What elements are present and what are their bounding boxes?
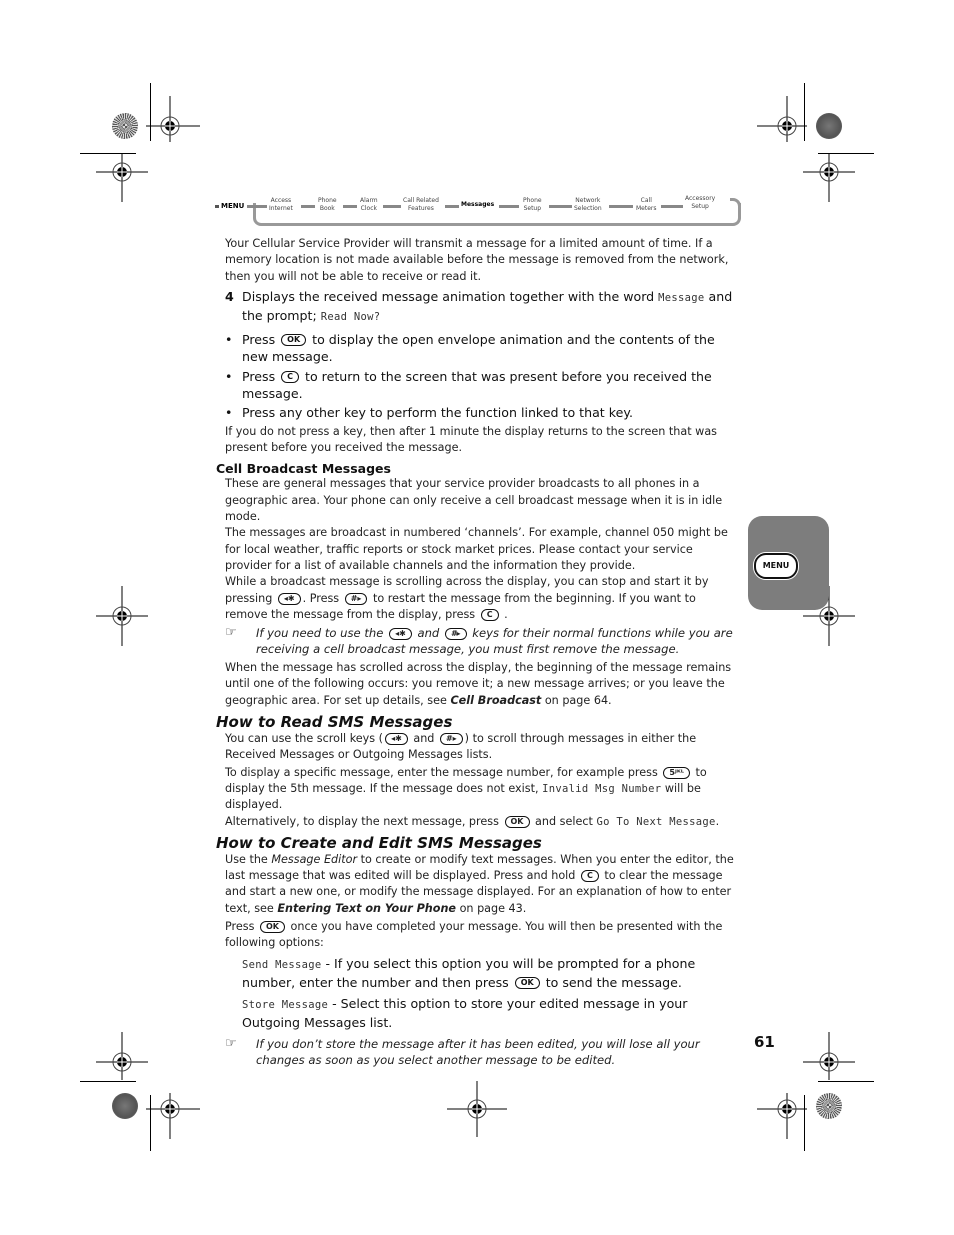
chapter-side-tab: MENU — [748, 516, 829, 610]
create-sms-note: ☞ If you don’t store the message after i… — [225, 1035, 700, 1067]
pointing-hand-note-icon: ☞ — [225, 625, 237, 641]
nav-item-phone-book: Phone Book — [316, 197, 339, 213]
cell-broadcast-p3: While a broadcast message is scrolling a… — [225, 575, 709, 621]
nav-item-alarm-clock: Alarm Clock — [358, 197, 380, 213]
ok-key-icon: OK — [260, 921, 285, 934]
menu-navigation-strip: MENU Access Internet Phone Book Alarm Clock… — [215, 193, 741, 229]
nav-connector — [499, 205, 519, 208]
page-number: 61 — [754, 1033, 775, 1051]
nav-item-phone-setup: Phone Setup — [521, 197, 544, 213]
bullet-item: • Press OK to display the open envelope a… — [225, 331, 715, 364]
registration-mark-icon — [799, 142, 859, 212]
timeout-paragraph: If you do not press a key, then after 1 … — [225, 424, 718, 455]
pointing-hand-note-icon: ☞ — [225, 1035, 237, 1051]
star-key-icon: ◂✱ — [385, 733, 408, 746]
bullet-item: • Press any other key to perform the func… — [225, 404, 634, 420]
hash-key-icon: #▸ — [444, 627, 467, 640]
registration-mark-icon — [92, 580, 152, 652]
star-key-icon: ◂✱ — [277, 592, 301, 605]
option-send-message: Send Message - If you select this option… — [242, 955, 696, 990]
read-sms-heading: How to Read SMS Messages — [216, 713, 453, 732]
cell-broadcast-note: ☞ If you need to use the ◂✱ and #▸ keys … — [225, 625, 733, 657]
cell-broadcast-p2: The messages are broadcast in numbered ‘… — [225, 526, 728, 572]
cell-broadcast-p4: When the message has scrolled across the… — [225, 661, 732, 707]
display-text: Invalid Msg Number — [542, 782, 662, 795]
c-key-icon: C — [580, 870, 599, 883]
registration-mark-icon — [441, 1079, 513, 1139]
nav-item-call-meters: Call Meters — [634, 197, 659, 213]
nav-connector — [383, 205, 401, 208]
option-store-message: Store Message - Select this option to st… — [242, 995, 688, 1030]
read-sms-p2: To display a specific message, enter the… — [225, 765, 707, 812]
star-key-icon: ◂✱ — [389, 627, 412, 640]
hash-key-icon: #▸ — [344, 592, 368, 605]
color-rosette-icon — [112, 113, 138, 139]
nav-item-messages: Messages — [459, 201, 497, 209]
registration-mark-icon — [745, 1079, 817, 1139]
display-text: Store Message — [242, 998, 329, 1011]
cell-broadcast-heading: Cell Broadcast Messages — [216, 461, 391, 477]
ok-key-icon: OK — [514, 977, 540, 990]
nav-connector — [661, 205, 683, 208]
bullet-item: • Press C to return to the screen that wa… — [225, 368, 712, 401]
nav-item-access-internet: Access Internet — [267, 197, 295, 213]
registration-mark-icon — [92, 142, 152, 212]
ok-key-icon: OK — [504, 815, 530, 828]
cross-reference-link[interactable]: Cell Broadcast — [450, 694, 541, 707]
read-sms-p3: Alternatively, to display the next messa… — [225, 814, 720, 828]
create-sms-heading: How to Create and Edit SMS Messages — [216, 833, 542, 852]
nav-connector — [301, 205, 315, 208]
nav-connector — [247, 205, 267, 208]
color-rosette-icon — [816, 1093, 842, 1119]
c-key-icon: C — [480, 608, 499, 621]
color-rosette-icon — [816, 113, 842, 139]
create-sms-p1: Use the Message Editor to create or modi… — [225, 852, 734, 915]
nav-item-network-selection: Network Selection — [572, 197, 604, 213]
intro-paragraph: Your Cellular Service Provider will tran… — [225, 237, 729, 283]
color-rosette-icon — [112, 1093, 138, 1119]
step-number: 4 — [225, 288, 234, 304]
menu-key-icon: MENU — [754, 553, 798, 579]
display-text: Message — [658, 291, 705, 304]
display-text: Send Message — [242, 958, 322, 971]
nav-connector — [445, 205, 459, 208]
nav-connector — [343, 205, 357, 208]
cross-reference-link[interactable]: Entering Text on Your Phone — [277, 902, 456, 915]
nav-item-accessory-setup: Accessory Setup — [683, 195, 718, 211]
step-4: 4 Displays the received message animatio… — [225, 288, 733, 323]
nav-connector — [609, 205, 633, 208]
display-text: Go To Next Message — [596, 815, 716, 828]
nav-connector — [549, 205, 573, 208]
nav-item-call-related-features: Call Related Features — [401, 197, 441, 213]
nav-menu-label: MENU — [215, 202, 244, 210]
display-text: Read Now? — [320, 310, 381, 323]
create-sms-p2: Press OK once you have completed your me… — [225, 920, 723, 950]
ok-key-icon: OK — [281, 334, 307, 347]
read-sms-p1: You can use the scroll keys (◂✱ and #▸) … — [225, 732, 697, 762]
page-content: Your Cellular Service Provider will tran… — [216, 236, 738, 1068]
registration-mark-icon — [140, 1079, 206, 1139]
c-key-icon: C — [281, 371, 300, 384]
hash-key-icon: #▸ — [439, 733, 463, 746]
five-key-icon: 5ᴶᴷᴸ — [663, 766, 690, 779]
cell-broadcast-p1: These are general messages that your ser… — [225, 477, 723, 524]
